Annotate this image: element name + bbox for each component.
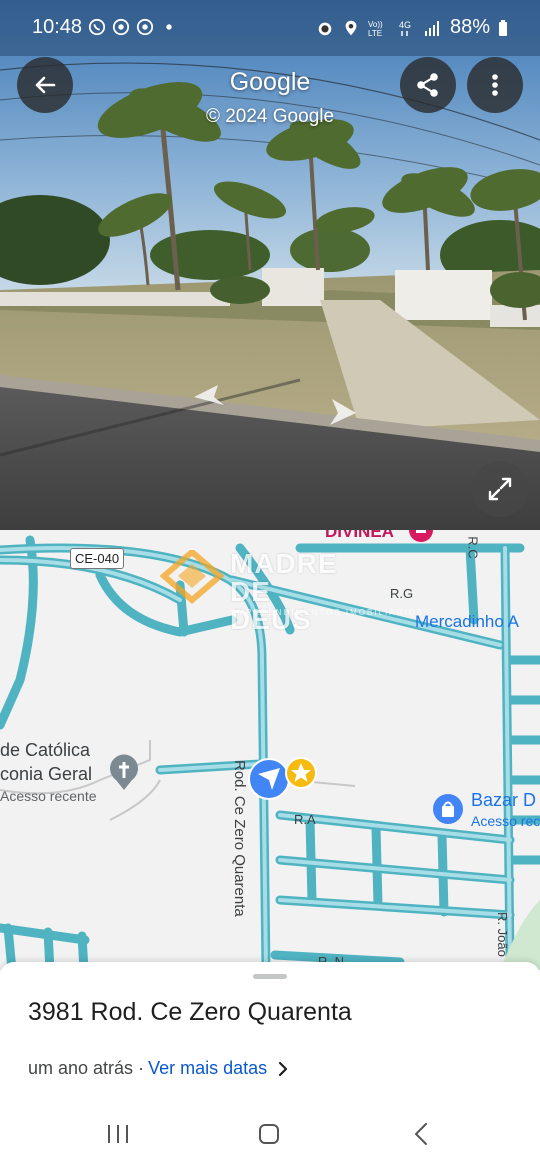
road-label-rc: R.C <box>465 536 481 559</box>
road-label-rg: R.G <box>390 586 414 601</box>
location-icon <box>345 20 357 35</box>
svg-text:Vo)): Vo)) <box>368 20 383 29</box>
watermark-logo-icon <box>159 548 225 604</box>
battery-percent: 88% <box>449 16 490 38</box>
signal-icon <box>424 20 439 36</box>
volte-icon: Vo))LTE <box>368 20 383 37</box>
capture-date-text: um ano atrás · <box>28 1058 145 1078</box>
battery-icon <box>499 19 507 36</box>
poi-label-bazar[interactable]: Bazar D <box>471 790 536 811</box>
poi-recent-1: Acesso recente <box>0 788 97 804</box>
4g-icon: 4G <box>399 20 411 36</box>
dot-icon <box>166 24 172 30</box>
system-back-icon[interactable] <box>410 1122 434 1146</box>
pano-nav-arrow-left[interactable] <box>190 383 230 409</box>
poi-label-divinea[interactable]: DIVINEA <box>325 530 394 542</box>
shopping-pin-icon[interactable] <box>406 530 436 546</box>
route-shield: CE-040 <box>70 548 125 569</box>
svg-text:4G: 4G <box>399 20 411 30</box>
location-address: 3981 Rod. Ce Zero Quarenta <box>28 998 352 1026</box>
alarm-icon <box>318 22 332 35</box>
pano-copyright: © 2024 Google <box>205 106 335 127</box>
sheet-drag-handle[interactable] <box>253 974 287 979</box>
status-bar: 10:48 Vo)) LTE 4G 88% <box>0 0 540 56</box>
svg-text:LTE: LTE <box>368 29 382 37</box>
pano-title: Google <box>229 68 311 96</box>
poi-recent-2: Acesso rece <box>471 813 540 829</box>
poi-label-mercadinho[interactable]: Mercadinho A <box>415 612 519 632</box>
church-pin-icon[interactable] <box>108 754 140 792</box>
notification-icons <box>88 18 178 36</box>
fullscreen-button[interactable] <box>472 461 528 517</box>
recents-icon[interactable] <box>106 1122 130 1146</box>
whatsapp-icon <box>88 18 106 36</box>
watermark-line2: DE DEUS <box>230 576 312 635</box>
capture-date-row: um ano atrás · Ver mais datas <box>28 1058 289 1079</box>
system-navigation-bar <box>0 1100 540 1170</box>
pano-nav-arrow-right[interactable] <box>326 397 362 427</box>
chrome-icon <box>112 18 130 36</box>
system-status: Vo)) LTE 4G 88% <box>316 16 508 39</box>
share-icon <box>417 73 438 97</box>
road-label-rjoao: R. João <box>495 912 510 957</box>
watermark-sub: EMPREENDIMENTOS IMOBILIÁRIOS <box>230 608 425 617</box>
poi-label-catolica-1[interactable]: de Católica <box>0 740 90 761</box>
watermark-line1: MADRE <box>230 548 338 579</box>
shopping-bag-pin-icon[interactable] <box>431 792 465 826</box>
status-time: 10:48 <box>32 16 83 38</box>
chrome-icon <box>136 18 154 36</box>
more-vert-icon <box>492 74 498 96</box>
more-options-button[interactable] <box>467 57 523 113</box>
home-icon[interactable] <box>257 1122 281 1146</box>
saved-star-icon[interactable] <box>284 756 318 790</box>
share-button[interactable] <box>400 57 456 113</box>
chevron-right-icon[interactable] <box>277 1061 289 1077</box>
fullscreen-icon <box>488 477 512 501</box>
watermark: MADRE DE DEUS EMPREENDIMENTOS IMOBILIÁRI… <box>159 548 422 634</box>
road-label-ra: R.A <box>294 812 316 827</box>
more-dates-link[interactable]: Ver mais datas <box>148 1058 267 1079</box>
poi-label-catolica-2[interactable]: conia Geral <box>0 764 92 785</box>
